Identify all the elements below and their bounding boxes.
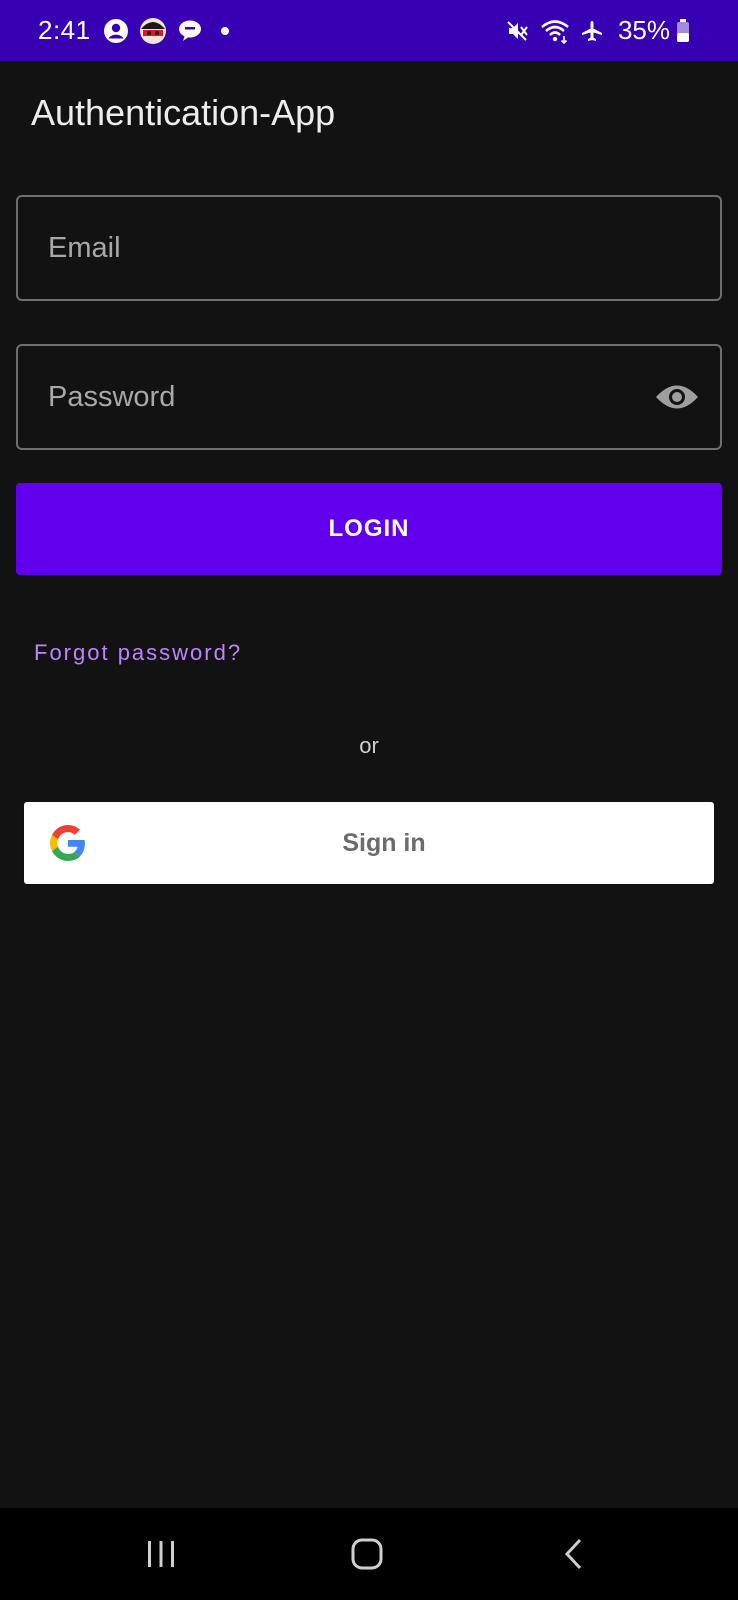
status-left: 2:41 bbox=[38, 15, 229, 46]
airplane-icon bbox=[580, 19, 604, 43]
battery-icon bbox=[676, 18, 690, 43]
recents-icon[interactable] bbox=[139, 1532, 183, 1576]
battery-percent: 35% bbox=[617, 15, 670, 45]
login-button[interactable]: LOGIN bbox=[16, 483, 722, 575]
status-time: 2:41 bbox=[38, 15, 91, 45]
password-input[interactable] bbox=[18, 346, 720, 448]
notification-dot bbox=[220, 26, 229, 35]
google-sign-in-label: Sign in bbox=[342, 828, 426, 857]
chat-bubble-icon bbox=[177, 19, 203, 43]
home-icon[interactable] bbox=[345, 1532, 389, 1576]
status-right: 35% bbox=[506, 15, 700, 46]
forgot-password-link[interactable]: Forgot password? bbox=[34, 640, 242, 666]
app-avatar-icon bbox=[139, 17, 167, 45]
status-bar: 2:41 35% bbox=[0, 0, 738, 61]
app-title: Authentication-App bbox=[31, 92, 336, 133]
or-separator: or bbox=[359, 733, 379, 758]
mute-icon bbox=[506, 19, 530, 43]
eye-icon[interactable] bbox=[654, 379, 700, 415]
navigation-bar bbox=[0, 1508, 738, 1600]
account-circle-icon bbox=[103, 18, 129, 44]
wifi-icon bbox=[540, 18, 570, 44]
email-input[interactable] bbox=[18, 197, 720, 299]
password-field[interactable] bbox=[16, 344, 722, 450]
email-field[interactable] bbox=[16, 195, 722, 301]
google-sign-in-button[interactable]: Sign in bbox=[24, 802, 714, 884]
back-icon[interactable] bbox=[552, 1532, 596, 1576]
